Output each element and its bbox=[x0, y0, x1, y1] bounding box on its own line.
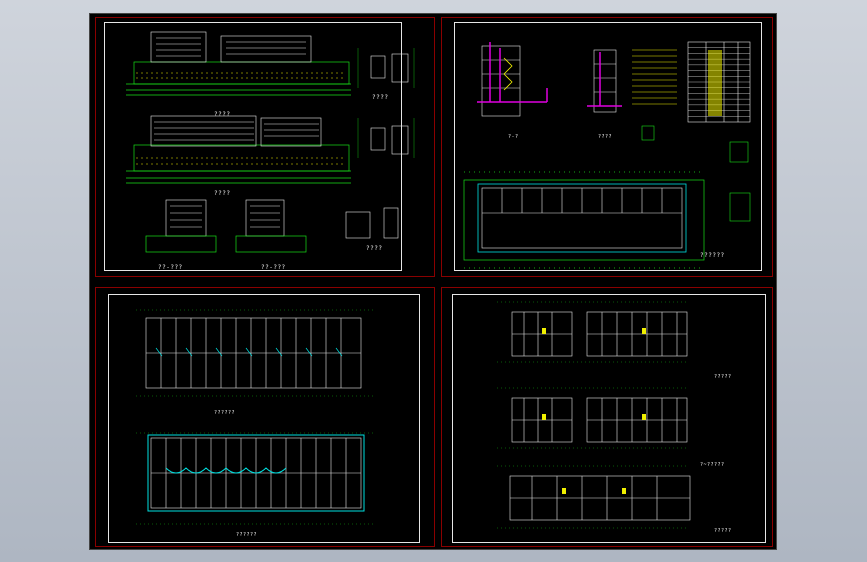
drawing-title: ?????? bbox=[700, 252, 725, 259]
drawing-title: ???? bbox=[372, 94, 389, 101]
drawing-sheet-sections[interactable]: ?-? ???? ?????? bbox=[441, 17, 773, 277]
drawing-sheet-floor-plans-b[interactable]: ????? ?~????? ????? bbox=[441, 287, 773, 547]
drawing-title: ??-??? bbox=[261, 264, 286, 271]
drawing-title: ?~????? bbox=[700, 462, 725, 468]
drawing-title: ???? bbox=[598, 134, 613, 140]
elevation-drawings bbox=[126, 31, 415, 253]
section-drawings bbox=[463, 41, 751, 269]
drawing-title: ???? bbox=[214, 111, 231, 118]
drawing-title: ????? bbox=[714, 374, 732, 380]
floor-plan-drawings-b bbox=[497, 301, 691, 529]
cad-drawing-viewport[interactable]: ???? ???? ??-??? ??-??? ???? ???? ?-? ??… bbox=[89, 13, 777, 550]
drawing-sheet-elevations[interactable]: ???? ???? ??-??? ??-??? ???? ???? bbox=[95, 17, 435, 277]
drawing-title: ?????? bbox=[214, 410, 236, 416]
drawing-sheet-floor-plans-a[interactable]: ?????? ?????? bbox=[95, 287, 435, 547]
drawing-title: ???? bbox=[214, 190, 231, 197]
drawing-title: ??-??? bbox=[158, 264, 183, 271]
floor-plan-drawings-a bbox=[136, 309, 376, 525]
drawing-title: ?????? bbox=[236, 532, 258, 538]
drawing-title: ????? bbox=[714, 528, 732, 534]
drawing-title: ?-? bbox=[508, 134, 519, 140]
drawing-title: ???? bbox=[366, 245, 383, 252]
